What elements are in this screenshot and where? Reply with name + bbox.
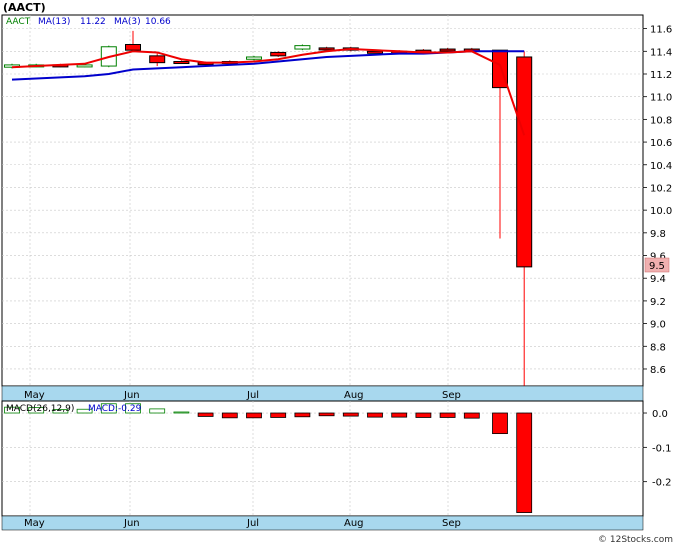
candle-body bbox=[149, 55, 166, 64]
price-y-tick-label: 8.6 bbox=[650, 365, 666, 376]
price-x-tick-label: May bbox=[24, 390, 45, 401]
price-y-tick-label: 9.0 bbox=[650, 320, 666, 331]
candle-body bbox=[439, 48, 456, 52]
macd-bar bbox=[294, 412, 311, 418]
macd-x-tick-label: Jun bbox=[123, 518, 140, 529]
legend-ma3-label: MA(3) bbox=[114, 17, 141, 27]
legend-ma3-value: 10.66 bbox=[145, 17, 171, 27]
price-y-tick-label: 11.0 bbox=[650, 93, 672, 104]
legend-ma13-label: MA(13) bbox=[38, 17, 70, 27]
price-panel: 11.6 11.4 11.2 11.0 10.8 10.6 10.4 10.2 10.0 9.8 9… bbox=[1, 14, 672, 387]
macd-bar bbox=[221, 412, 238, 419]
macd-legend-label: MACD(26,12,9) bbox=[6, 404, 74, 414]
price-x-tick-label: Jun bbox=[123, 390, 140, 401]
legend-symbol: AACT bbox=[6, 17, 31, 27]
macd-bar bbox=[318, 412, 335, 417]
candle-body bbox=[125, 43, 141, 51]
macd-bar bbox=[391, 412, 408, 418]
price-x-tick-label: Jul bbox=[246, 390, 259, 401]
macd-legend-value: MACD:-0.29 bbox=[88, 404, 142, 414]
price-y-tick-label: 10.4 bbox=[650, 161, 672, 172]
macd-x-tick-label: May bbox=[24, 518, 45, 529]
price-x-tick-label: Sep bbox=[442, 390, 461, 401]
price-y-tick-label: 11.4 bbox=[650, 47, 672, 58]
macd-y-axis: 0.0 -0.1 -0.2 bbox=[643, 409, 672, 489]
macd-y-tick-label: -0.2 bbox=[652, 478, 672, 489]
price-y-tick-label: 10.6 bbox=[650, 138, 672, 149]
macd-bar bbox=[270, 412, 287, 418]
macd-bar bbox=[173, 411, 190, 414]
price-plot-frame bbox=[1, 14, 644, 387]
candle bbox=[246, 55, 262, 61]
chart-title: (AACT) bbox=[3, 1, 46, 14]
macd-bar bbox=[246, 412, 262, 419]
macd-bar bbox=[439, 412, 456, 418]
stock-chart: (AACT) 11.611.411.211.010.810.610.410.21… bbox=[1, 1, 673, 545]
price-y-tick-label: 10.2 bbox=[650, 183, 672, 194]
candle-body bbox=[367, 50, 383, 54]
macd-bar bbox=[516, 412, 533, 513]
macd-x-tick-label: Sep bbox=[442, 518, 461, 529]
macd-plot-frame bbox=[1, 400, 644, 517]
price-y-tick-label: 11.2 bbox=[650, 70, 672, 81]
legend-ma13-value: 11.22 bbox=[80, 17, 106, 27]
watermark: © 12Stocks.com bbox=[598, 535, 673, 545]
price-y-tick-label: 9.2 bbox=[650, 297, 666, 308]
macd-bar bbox=[197, 412, 214, 417]
price-y-tick-label: 8.8 bbox=[650, 342, 666, 353]
macd-bar bbox=[149, 408, 166, 414]
candle bbox=[294, 44, 311, 51]
candle-body bbox=[246, 56, 262, 60]
candle-body bbox=[270, 51, 287, 57]
candle bbox=[270, 51, 287, 57]
candle-body bbox=[76, 64, 93, 68]
price-y-axis: 11.6 11.4 11.2 11.0 10.8 10.6 10.4 10.2 10.0 9.8 9… bbox=[643, 25, 672, 376]
macd-bar bbox=[367, 412, 383, 418]
macd-y-tick-label: 0.0 bbox=[652, 409, 668, 420]
macd-bar bbox=[342, 412, 359, 417]
price-y-tick-label: 10.8 bbox=[650, 115, 672, 126]
macd-bar bbox=[415, 412, 432, 418]
macd-x-axis-band bbox=[1, 515, 644, 531]
macd-bar bbox=[463, 412, 480, 419]
price-y-tick-label: 11.6 bbox=[650, 25, 672, 36]
macd-x-tick-label: Aug bbox=[344, 518, 364, 529]
price-y-tick-label: 9.4 bbox=[650, 274, 666, 285]
price-x-tick-label: Aug bbox=[344, 390, 364, 401]
price-y-tick-label: 10.0 bbox=[650, 206, 672, 217]
candle-body bbox=[318, 47, 335, 51]
macd-y-tick-label: -0.1 bbox=[652, 443, 672, 454]
macd-x-tick-label: Jul bbox=[246, 518, 259, 529]
price-x-axis-band bbox=[1, 385, 644, 402]
price-y-tick-label: 9.8 bbox=[650, 229, 666, 240]
candle-body bbox=[173, 61, 190, 65]
candle-body bbox=[294, 45, 311, 50]
candle-body bbox=[516, 56, 533, 268]
macd-panel: 0.0 -0.1 -0.2 MACD(26,12,9) MACD:-0.29 bbox=[1, 400, 672, 517]
macd-bar bbox=[492, 412, 508, 435]
last-price-label: 9.5 bbox=[649, 261, 665, 272]
